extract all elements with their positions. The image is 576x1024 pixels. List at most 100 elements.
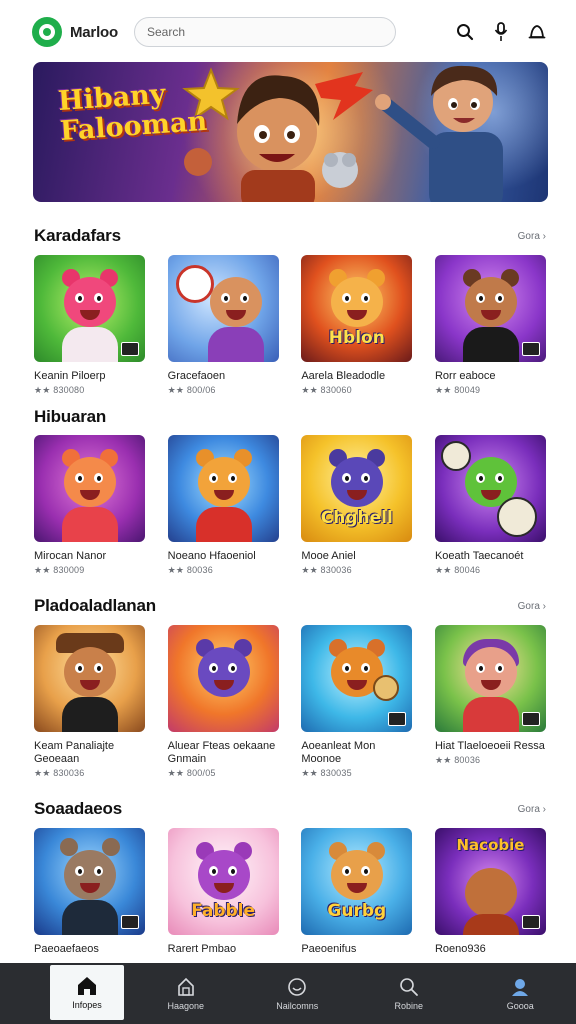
app-logo-icon[interactable] (32, 17, 62, 47)
game-card[interactable]: Rorr eaboce ★★ 80049 (434, 255, 546, 396)
bottom-navigation: Infopes Haagone Nailcomns Robine Goooa (0, 963, 576, 1024)
game-thumbnail: Chghell (301, 435, 413, 542)
game-thumbnail (434, 625, 546, 732)
see-more-link[interactable]: Gora › (518, 601, 546, 612)
game-rating: ★★ 800/06 (167, 385, 216, 395)
game-thumbnail (434, 435, 546, 542)
game-rating: ★★ 80036 (167, 565, 213, 575)
game-title: Mirocan Nanor (34, 550, 107, 562)
section-header: Soaadaeos Gora › (34, 799, 546, 819)
see-more-link[interactable]: Gora › (518, 231, 546, 242)
game-thumbnail (34, 828, 145, 935)
game-title: Rarert Pmbao (167, 943, 237, 955)
game-rating: ★★ 830009 (34, 565, 85, 575)
game-card[interactable]: Noeano Hfaoeniol ★★ 80036 (167, 435, 279, 576)
nav-label: Infopes (72, 999, 102, 1010)
game-card[interactable]: Paeoaefaeos (34, 828, 145, 956)
game-rating: ★★ 830035 (301, 768, 352, 778)
game-title: Gracefaoen (167, 370, 226, 382)
nav-label: Haagone (167, 1000, 205, 1011)
smiley-icon (288, 977, 307, 996)
game-title: Hiat Tlaeloeoeii Ressa (434, 740, 545, 752)
top-app-bar: Marloo Search (0, 0, 576, 64)
game-title: Aoeanleat Mon Moonoe (301, 740, 376, 765)
game-title: Roeno936 (434, 943, 486, 955)
game-card[interactable]: Aoeanleat Mon Moonoe ★★ 830035 (301, 625, 413, 779)
banner-title: Hibany Falooman (57, 78, 209, 148)
section-title: Soaadaeos (34, 799, 122, 818)
section-header: Hibuaran (34, 407, 546, 427)
game-thumbnail: Hblon (301, 255, 413, 362)
bell-icon[interactable] (526, 21, 548, 43)
game-rating: ★★ 800/05 (167, 768, 216, 778)
game-thumbnail (434, 255, 546, 362)
game-thumbnail (167, 255, 279, 362)
nav-item-profile[interactable]: Goooa (465, 963, 576, 1024)
home-icon (78, 976, 96, 995)
game-thumbnail (301, 625, 413, 732)
mic-icon[interactable] (490, 21, 512, 43)
section-title: Pladoaladlanan (34, 596, 156, 615)
game-card[interactable]: Nacobie Roeno936 (434, 828, 546, 956)
nav-item-search[interactable]: Robine (353, 963, 465, 1024)
game-card[interactable]: Mirocan Nanor ★★ 830009 (34, 435, 145, 576)
game-thumbnail (34, 625, 145, 732)
game-thumbnail (167, 435, 279, 542)
game-thumbnail (34, 255, 145, 362)
app-name: Marloo (70, 23, 118, 41)
game-card[interactable]: Koeath Taecanoét ★★ 80046 (434, 435, 546, 576)
game-title: Aluear Fteas oekaane Gnmain (167, 740, 276, 765)
search-placeholder: Search (146, 25, 185, 39)
game-art-text: Fabble (191, 901, 256, 921)
game-rating: ★★ 830036 (34, 768, 85, 778)
game-row: Paeoaefaeos Fabble Rarert Pmbao Gurbg Pa… (34, 828, 546, 956)
search-icon[interactable] (454, 21, 476, 43)
section-title: Hibuaran (34, 407, 107, 426)
game-art-text: Chghell (320, 508, 393, 528)
game-thumbnail (167, 625, 279, 732)
nav-item-apps[interactable]: Haagone (130, 963, 242, 1024)
see-more-link[interactable]: Gora › (518, 804, 546, 815)
game-card[interactable]: Hiat Tlaeloeoeii Ressa ★★ 80036 (434, 625, 546, 779)
section-header: Karadafars Gora › (34, 226, 546, 246)
section-header: Pladoaladlanan Gora › (34, 596, 546, 616)
game-title: Noeano Hfaoeniol (167, 550, 256, 562)
game-title: Paeoenifus (301, 943, 357, 955)
game-thumbnail (34, 435, 145, 542)
game-rating: ★★ 80046 (434, 565, 481, 575)
game-title: Rorr eaboce (434, 370, 496, 382)
nav-label: Nailcomns (276, 1000, 319, 1011)
game-title: Aarela Bleadodle (301, 370, 386, 382)
game-row: Mirocan Nanor ★★ 830009 Noeano Hfaoeniol… (34, 435, 546, 576)
game-art-text: Gurbg (327, 901, 387, 921)
nav-label: Robine (394, 1000, 424, 1011)
game-row: Keam Panaliajte Geoeaan ★★ 830036 Aluear… (34, 625, 546, 779)
game-card[interactable]: Hblon Aarela Bleadodle ★★ 830060 (301, 255, 413, 396)
nav-label: Goooa (506, 1000, 534, 1011)
game-rating: ★★ 80036 (434, 755, 481, 765)
game-card[interactable]: Aluear Fteas oekaane Gnmain ★★ 800/05 (167, 625, 279, 779)
search-icon (399, 977, 418, 996)
nav-item-feed[interactable]: Nailcomns (242, 963, 354, 1024)
game-row: Keanin Piloerp ★★ 830080 Gracefaoen ★★ 8… (34, 255, 546, 396)
game-card[interactable]: Keanin Piloerp ★★ 830080 (34, 255, 145, 396)
game-card[interactable]: Gurbg Paeoenifus (301, 828, 413, 956)
game-art-text: Hblon (328, 328, 385, 348)
apps-icon (177, 977, 194, 996)
game-title: Koeath Taecanoét (434, 550, 524, 562)
section-title: Karadafars (34, 226, 121, 245)
game-card[interactable]: Keam Panaliajte Geoeaan ★★ 830036 (34, 625, 145, 779)
game-card[interactable]: Fabble Rarert Pmbao (167, 828, 279, 956)
search-input[interactable]: Search (133, 17, 396, 47)
game-title: Keam Panaliajte Geoeaan (34, 740, 115, 765)
game-thumbnail: Gurbg (301, 828, 413, 935)
game-card[interactable]: Chghell Mooe Aniel ★★ 830036 (301, 435, 413, 576)
game-thumbnail: Nacobie (434, 828, 546, 935)
game-art-text: Nacobie (456, 836, 525, 854)
game-title: Mooe Aniel (301, 550, 356, 562)
game-card[interactable]: Gracefaoen ★★ 800/06 (167, 255, 279, 396)
hero-banner[interactable]: Hibany Falooman (33, 62, 548, 202)
game-rating: ★★ 830080 (34, 385, 85, 395)
nav-item-home[interactable]: Infopes (50, 965, 124, 1020)
profile-icon (512, 978, 529, 996)
